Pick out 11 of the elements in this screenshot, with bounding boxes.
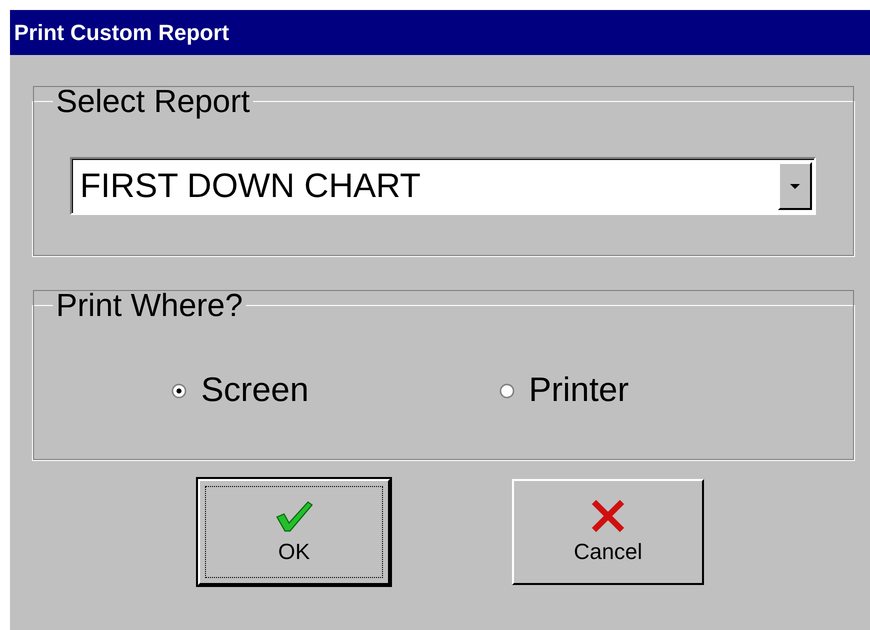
group-legend: Print Where? bbox=[53, 289, 246, 321]
report-dropdown[interactable]: FIRST DOWN CHART bbox=[70, 157, 816, 215]
dialog-button[interactable]: Cancel bbox=[512, 479, 704, 585]
window-title: Print Custom Report bbox=[14, 20, 230, 46]
group-legend: Select Report bbox=[53, 85, 253, 117]
radio-button[interactable] bbox=[171, 382, 187, 398]
dialog-button[interactable]: OK bbox=[198, 479, 390, 585]
radio-button[interactable] bbox=[498, 382, 515, 398]
radio-option[interactable]: Printer bbox=[498, 371, 629, 410]
checkmark-icon bbox=[274, 499, 314, 533]
radio-option[interactable]: Screen bbox=[171, 371, 309, 410]
